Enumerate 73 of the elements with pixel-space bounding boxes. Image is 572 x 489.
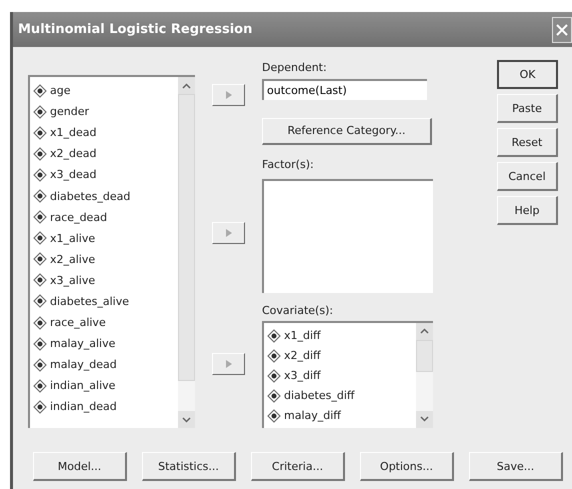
- factors-list[interactable]: [262, 178, 433, 293]
- scale-variable-icon: [33, 316, 47, 330]
- variable-item[interactable]: diabetes_alive: [30, 290, 178, 312]
- scale-variable-icon: [33, 126, 47, 140]
- dependent-field[interactable]: outcome(Last): [262, 79, 427, 100]
- covariate-item[interactable]: x2_diff: [264, 346, 416, 366]
- variable-item[interactable]: diabetes_dead: [30, 185, 178, 207]
- variable-item[interactable]: indian_dead: [30, 396, 178, 418]
- covariate-item[interactable]: malay_diff: [264, 406, 416, 426]
- field-label: Factor(s):: [262, 156, 314, 173]
- variable-item[interactable]: malay_dead: [30, 354, 178, 376]
- triangle-icon: [226, 360, 232, 368]
- variable-item[interactable]: age: [30, 80, 178, 102]
- dialog-button[interactable]: Reset: [497, 128, 558, 157]
- dialog-button[interactable]: Criteria...: [251, 452, 345, 481]
- variable-item[interactable]: x3_alive: [30, 270, 178, 291]
- dialog-button[interactable]: OK: [497, 60, 558, 89]
- field-label: Covariate(s):: [262, 302, 334, 319]
- scale-variable-icon: [267, 388, 281, 403]
- covariate-item[interactable]: x1_diff: [264, 326, 416, 346]
- scale-variable-icon: [33, 358, 47, 372]
- triangle-icon: [226, 229, 232, 237]
- dialog-button[interactable]: Cancel: [497, 162, 558, 191]
- scale-variable-icon: [33, 273, 47, 288]
- close-button[interactable]: [552, 16, 572, 42]
- variable-item[interactable]: x2_dead: [30, 143, 178, 164]
- scale-variable-icon: [33, 189, 47, 204]
- scrollbar[interactable]: [416, 322, 433, 428]
- scale-variable-icon: [33, 104, 47, 119]
- variable-item[interactable]: x1_alive: [30, 228, 178, 249]
- scale-variable-icon: [267, 408, 281, 423]
- variable-item[interactable]: gender: [30, 101, 178, 122]
- window-title: Multinomial Logistic Regression: [17, 22, 252, 37]
- close-icon: [555, 22, 569, 36]
- dialog-button[interactable]: Options...: [360, 452, 454, 481]
- covariate-item[interactable]: x3_diff: [264, 366, 416, 386]
- dialog-button[interactable]: Statistics...: [142, 452, 236, 481]
- dialog-button[interactable]: Model...: [33, 452, 127, 481]
- scale-variable-icon: [267, 328, 281, 343]
- move-button[interactable]: [212, 353, 245, 375]
- scrollbar[interactable]: [178, 77, 195, 428]
- dialog-button[interactable]: Help: [497, 196, 558, 225]
- scale-variable-icon: [267, 348, 281, 363]
- variable-item[interactable]: malay_alive: [30, 333, 178, 354]
- chevron-up-icon: [182, 82, 191, 88]
- reference-category-button[interactable]: Reference Category...: [262, 118, 432, 145]
- field-label: Dependent:: [262, 60, 327, 76]
- variable-item[interactable]: x3_dead: [30, 164, 178, 186]
- variable-item[interactable]: x2_alive: [30, 248, 178, 270]
- scale-variable-icon: [33, 252, 47, 266]
- scale-variable-icon: [267, 368, 281, 383]
- covariate-item[interactable]: diabetes_diff: [264, 386, 416, 406]
- move-button[interactable]: [212, 84, 245, 106]
- chevron-down-icon: [420, 416, 429, 422]
- scale-variable-icon: [33, 294, 47, 308]
- variable-item[interactable]: indian_alive: [30, 375, 178, 396]
- scale-variable-icon: [33, 210, 47, 224]
- scale-variable-icon: [33, 146, 47, 161]
- scale-variable-icon: [33, 231, 47, 246]
- scale-variable-icon: [33, 336, 47, 351]
- chevron-down-icon: [182, 416, 191, 422]
- scale-variable-icon: [33, 400, 47, 414]
- triangle-icon: [226, 91, 232, 99]
- variable-item[interactable]: race_alive: [30, 312, 178, 334]
- scale-variable-icon: [33, 168, 47, 182]
- dialog-button[interactable]: Paste: [497, 94, 558, 123]
- chevron-up-icon: [420, 328, 429, 334]
- variable-item[interactable]: x1_dead: [30, 122, 178, 144]
- scale-variable-icon: [33, 84, 47, 98]
- scale-variable-icon: [33, 378, 47, 393]
- move-button[interactable]: [212, 222, 245, 244]
- variable-item[interactable]: race_dead: [30, 206, 178, 228]
- dialog-button[interactable]: Save...: [469, 452, 563, 481]
